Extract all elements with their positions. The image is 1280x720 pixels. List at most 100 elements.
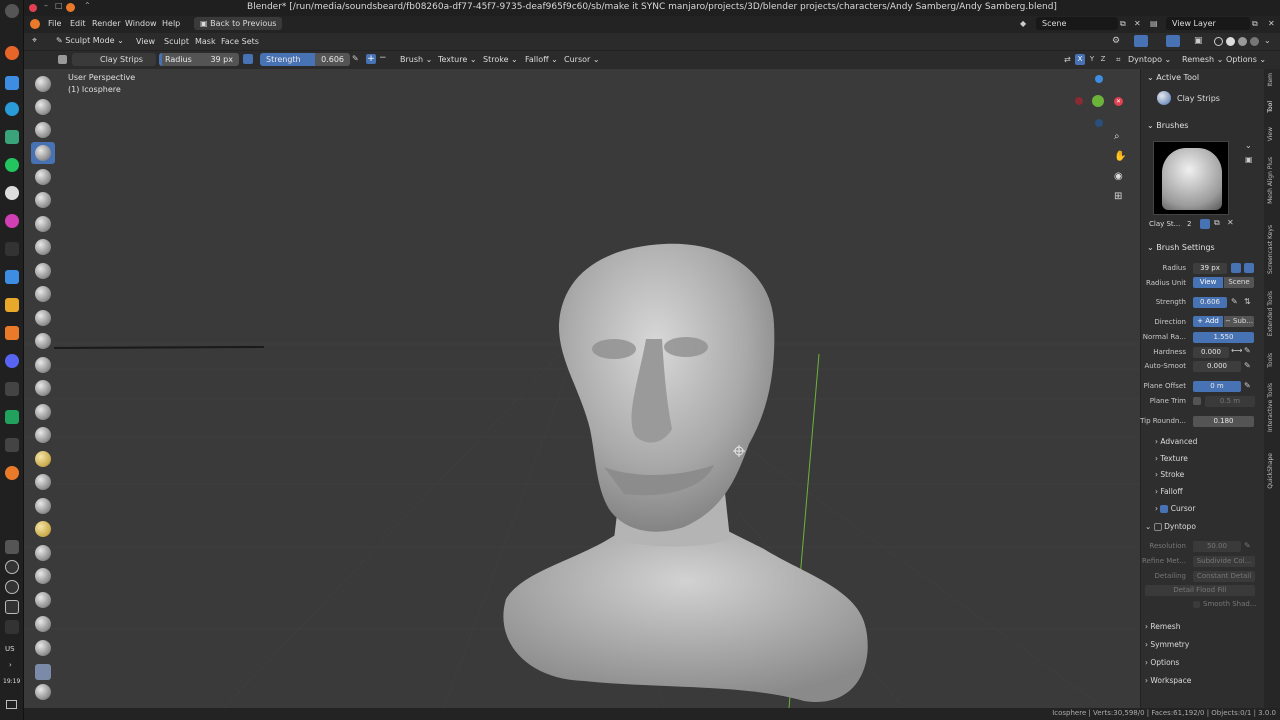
- header-view[interactable]: View: [136, 37, 155, 46]
- stroke-section[interactable]: › Stroke: [1155, 470, 1184, 479]
- symmetry-y-toggle[interactable]: Y: [1087, 54, 1097, 65]
- texture-section[interactable]: › Texture: [1155, 454, 1188, 463]
- draw-brush-icon[interactable]: [35, 76, 51, 92]
- snap-icon[interactable]: ⌗: [1116, 55, 1121, 65]
- menu-edit[interactable]: Edit: [70, 19, 86, 28]
- inflate-brush-icon[interactable]: [35, 216, 51, 232]
- gizmo-neg-z-axis[interactable]: [1095, 119, 1103, 127]
- header-mask[interactable]: Mask: [195, 37, 216, 46]
- slide-relax-brush-icon[interactable]: [35, 592, 51, 608]
- chat-icon[interactable]: [5, 158, 19, 172]
- brush-slot-name[interactable]: Clay St...: [1149, 220, 1180, 228]
- app-menu-icon[interactable]: [5, 4, 19, 18]
- rotate-brush-icon[interactable]: [35, 568, 51, 584]
- symmetry-panel[interactable]: › Symmetry: [1145, 640, 1189, 649]
- app-icon[interactable]: [5, 130, 19, 144]
- cursor-checkbox-icon[interactable]: [1160, 505, 1169, 513]
- stroke-menu[interactable]: Stroke ⌄: [483, 55, 518, 64]
- plane-trim-checkbox[interactable]: [1193, 397, 1201, 405]
- smooth-shading-checkbox[interactable]: [1193, 601, 1200, 608]
- brush-menu[interactable]: Brush ⌄: [400, 55, 432, 64]
- tab-extended-tools[interactable]: Extended Tools: [1267, 291, 1277, 336]
- radius-field[interactable]: 39 px: [1193, 263, 1227, 274]
- blob-brush-icon[interactable]: [35, 239, 51, 255]
- direction-sub-button[interactable]: − Sub...: [1224, 316, 1254, 327]
- new-view-layer-icon[interactable]: ⧉: [1252, 19, 1258, 29]
- new-scene-icon[interactable]: ⧉: [1120, 19, 1126, 29]
- pose-brush-icon[interactable]: [35, 521, 51, 537]
- brush-unlink-icon[interactable]: ▣: [1245, 155, 1253, 164]
- radius-pen-icon[interactable]: [1244, 263, 1254, 273]
- radius-pressure-icon[interactable]: [1231, 263, 1241, 273]
- pen-pressure-icon[interactable]: [243, 54, 253, 64]
- record-icon[interactable]: [5, 560, 19, 574]
- direction-subtract-icon[interactable]: −: [379, 53, 387, 63]
- hardness-swap-icon[interactable]: ⟷: [1231, 346, 1242, 355]
- advanced-section[interactable]: › Advanced: [1155, 437, 1197, 446]
- 3d-viewport[interactable]: User Perspective (1) Icosphere ✕ ⌕ ✋ ◉ ⊞: [24, 69, 1140, 708]
- active-tool-header[interactable]: ⌄ Active Tool: [1147, 73, 1199, 82]
- flatten-brush-icon[interactable]: [35, 310, 51, 326]
- zoom-icon[interactable]: ⌕: [1114, 131, 1120, 142]
- dyntopo-section[interactable]: ⌄ Dyntopo: [1145, 522, 1196, 531]
- navigation-gizmo[interactable]: ✕: [1074, 73, 1124, 129]
- duplicate-brush-icon[interactable]: ⧉: [1214, 218, 1220, 228]
- remove-view-layer-icon[interactable]: ✕: [1268, 19, 1275, 28]
- brush-list-expand-icon[interactable]: ⌄: [1245, 141, 1252, 150]
- music-icon[interactable]: [5, 214, 19, 228]
- viewport-scene[interactable]: [24, 69, 1140, 708]
- elastic-deform-brush-icon[interactable]: [35, 451, 51, 467]
- clipboard-icon[interactable]: [5, 600, 19, 614]
- network-icon[interactable]: [5, 580, 19, 594]
- strength-slider[interactable]: Strength 0.606: [260, 53, 350, 66]
- editor-type-icon[interactable]: ⌖: [32, 36, 37, 46]
- browser-icon[interactable]: [5, 102, 19, 116]
- pinch-brush-icon[interactable]: [35, 404, 51, 420]
- direction-add-icon[interactable]: +: [366, 54, 376, 64]
- symmetry-icon[interactable]: ⇄: [1064, 55, 1071, 64]
- falloff-menu[interactable]: Falloff ⌄: [525, 55, 558, 64]
- remesh-menu[interactable]: Remesh ⌄: [1182, 55, 1223, 64]
- clay-brush-icon[interactable]: [35, 122, 51, 138]
- resolution-pen-icon[interactable]: ✎: [1244, 541, 1251, 550]
- snake-hook-brush-icon[interactable]: [35, 474, 51, 490]
- direction-add-button[interactable]: + Add: [1193, 316, 1223, 327]
- tip-roundness-field[interactable]: 0.180: [1193, 416, 1254, 427]
- radius-slider[interactable]: Radius 39 px: [159, 53, 239, 66]
- tab-item[interactable]: Item: [1267, 73, 1277, 87]
- symmetry-x-toggle[interactable]: X: [1075, 54, 1085, 65]
- radius-unit-view[interactable]: View: [1193, 277, 1223, 288]
- dyntopo-checkbox-icon[interactable]: [1153, 523, 1162, 531]
- nudge-brush-icon[interactable]: [35, 545, 51, 561]
- view-layer-field[interactable]: View Layer: [1166, 17, 1250, 30]
- overlay-toggle-icon[interactable]: [1166, 35, 1180, 47]
- discord-icon[interactable]: [5, 354, 19, 368]
- tab-quickshape[interactable]: QuickShape: [1267, 453, 1277, 489]
- shading-rendered-icon[interactable]: [1250, 37, 1259, 46]
- paint-icon[interactable]: [5, 326, 19, 340]
- perspective-toggle-icon[interactable]: ⊞: [1114, 191, 1122, 202]
- auto-smooth-pen-icon[interactable]: ✎: [1244, 361, 1251, 370]
- clock[interactable]: 19:19: [3, 678, 20, 685]
- symmetry-z-toggle[interactable]: Z: [1098, 54, 1108, 65]
- remove-brush-icon[interactable]: ✕: [1227, 218, 1234, 227]
- cloth-brush-icon[interactable]: [35, 640, 51, 656]
- dyntopo-menu[interactable]: Dyntopo ⌄: [1128, 55, 1171, 64]
- strength-pressure-toggle-icon[interactable]: ⇅: [1244, 297, 1251, 306]
- detailing-field[interactable]: Constant Detail: [1193, 571, 1255, 582]
- blender-icon[interactable]: [5, 466, 19, 480]
- fake-user-icon[interactable]: [1200, 219, 1210, 229]
- camera-icon[interactable]: [5, 186, 19, 200]
- clay-strips-brush-icon[interactable]: [35, 145, 51, 161]
- hardness-pen-icon[interactable]: ✎: [1244, 346, 1251, 355]
- falloff-section[interactable]: › Falloff: [1155, 487, 1183, 496]
- draw-sharp-brush-icon[interactable]: [35, 99, 51, 115]
- shading-options-icon[interactable]: ⌄: [1264, 36, 1271, 45]
- pan-hand-icon[interactable]: ✋: [1114, 151, 1126, 162]
- options-menu[interactable]: Options ⌄: [1226, 55, 1266, 64]
- plane-offset-field[interactable]: 0 m: [1193, 381, 1241, 392]
- box-mask-icon[interactable]: [35, 684, 51, 700]
- strength-field[interactable]: 0.606: [1193, 297, 1227, 308]
- tab-mesh-align-plus[interactable]: Mesh Align Plus: [1267, 157, 1277, 204]
- remesh-panel[interactable]: › Remesh: [1145, 622, 1180, 631]
